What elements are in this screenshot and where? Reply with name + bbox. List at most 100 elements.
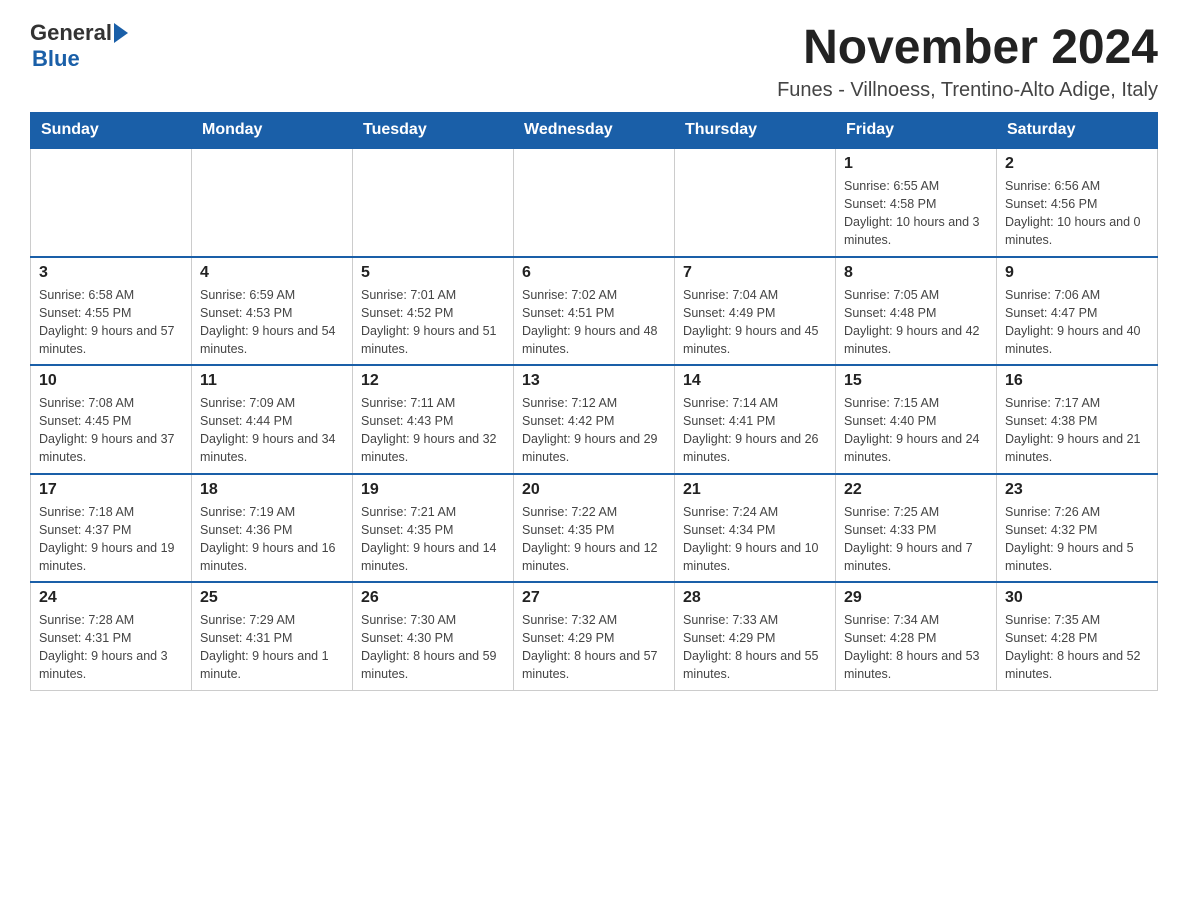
- day-info: Sunrise: 6:58 AM Sunset: 4:55 PM Dayligh…: [39, 286, 183, 359]
- day-info: Sunrise: 7:06 AM Sunset: 4:47 PM Dayligh…: [1005, 286, 1149, 359]
- day-number: 16: [1005, 372, 1149, 390]
- day-number: 26: [361, 589, 505, 607]
- logo-blue: Blue: [32, 46, 80, 72]
- day-number: 12: [361, 372, 505, 390]
- day-number: 7: [683, 264, 827, 282]
- calendar-cell: [514, 148, 675, 257]
- calendar-cell: 16 Sunrise: 7:17 AM Sunset: 4:38 PM Dayli…: [997, 365, 1158, 474]
- calendar-cell: 26 Sunrise: 7:30 AM Sunset: 4:30 PM Dayli…: [353, 582, 514, 690]
- day-number: 5: [361, 264, 505, 282]
- day-info: Sunrise: 6:59 AM Sunset: 4:53 PM Dayligh…: [200, 286, 344, 359]
- calendar-cell: 20Sunrise: 7:22 AM Sunset: 4:35 PM Dayli…: [514, 474, 675, 583]
- day-info: Sunrise: 7:33 AM Sunset: 4:29 PM Dayligh…: [683, 611, 827, 684]
- week-row-1: 1 Sunrise: 6:55 AM Sunset: 4:58 PM Daylig…: [31, 148, 1158, 257]
- day-number: 9: [1005, 264, 1149, 282]
- calendar-cell: 6 Sunrise: 7:02 AM Sunset: 4:51 PM Daylig…: [514, 257, 675, 366]
- day-header-tuesday: Tuesday: [353, 113, 514, 149]
- day-info: Sunrise: 7:34 AM Sunset: 4:28 PM Dayligh…: [844, 611, 988, 684]
- day-number: 19: [361, 481, 505, 499]
- logo: General Blue: [30, 20, 128, 72]
- calendar-cell: 29 Sunrise: 7:34 AM Sunset: 4:28 PM Dayli…: [836, 582, 997, 690]
- day-number: 11: [200, 372, 344, 390]
- day-number: 6: [522, 264, 666, 282]
- day-number: 30: [1005, 589, 1149, 607]
- title-area: November 2024 Funes - Villnoess, Trentin…: [777, 20, 1158, 102]
- day-number: 1: [844, 155, 988, 173]
- day-info: Sunrise: 7:17 AM Sunset: 4:38 PM Dayligh…: [1005, 394, 1149, 467]
- calendar-cell: 1 Sunrise: 6:55 AM Sunset: 4:58 PM Daylig…: [836, 148, 997, 257]
- day-info: Sunrise: 7:15 AM Sunset: 4:40 PM Dayligh…: [844, 394, 988, 467]
- calendar-cell: 23 Sunrise: 7:26 AM Sunset: 4:32 PM Dayli…: [997, 474, 1158, 583]
- day-info: Sunrise: 7:18 AM Sunset: 4:37 PM Dayligh…: [39, 503, 183, 576]
- calendar-cell: 7 Sunrise: 7:04 AM Sunset: 4:49 PM Daylig…: [675, 257, 836, 366]
- calendar-cell: 11 Sunrise: 7:09 AM Sunset: 4:44 PM Dayli…: [192, 365, 353, 474]
- day-number: 25: [200, 589, 344, 607]
- calendar-cell: [31, 148, 192, 257]
- calendar-cell: 3 Sunrise: 6:58 AM Sunset: 4:55 PM Daylig…: [31, 257, 192, 366]
- page-title: November 2024: [777, 20, 1158, 75]
- day-info: Sunrise: 7:24 AM Sunset: 4:34 PM Dayligh…: [683, 503, 827, 576]
- calendar-cell: 15 Sunrise: 7:15 AM Sunset: 4:40 PM Dayli…: [836, 365, 997, 474]
- page-subtitle: Funes - Villnoess, Trentino-Alto Adige, …: [777, 79, 1158, 102]
- calendar-cell: 12 Sunrise: 7:11 AM Sunset: 4:43 PM Dayli…: [353, 365, 514, 474]
- day-number: 17: [39, 481, 183, 499]
- day-header-saturday: Saturday: [997, 113, 1158, 149]
- calendar-cell: 19Sunrise: 7:21 AM Sunset: 4:35 PM Dayli…: [353, 474, 514, 583]
- calendar-cell: 2 Sunrise: 6:56 AM Sunset: 4:56 PM Daylig…: [997, 148, 1158, 257]
- calendar-cell: 18 Sunrise: 7:19 AM Sunset: 4:36 PM Dayli…: [192, 474, 353, 583]
- day-info: Sunrise: 6:56 AM Sunset: 4:56 PM Dayligh…: [1005, 177, 1149, 250]
- calendar-header-row: SundayMondayTuesdayWednesdayThursdayFrid…: [31, 113, 1158, 149]
- day-info: Sunrise: 6:55 AM Sunset: 4:58 PM Dayligh…: [844, 177, 988, 250]
- calendar-cell: 30Sunrise: 7:35 AM Sunset: 4:28 PM Dayli…: [997, 582, 1158, 690]
- day-number: 29: [844, 589, 988, 607]
- day-info: Sunrise: 7:04 AM Sunset: 4:49 PM Dayligh…: [683, 286, 827, 359]
- day-number: 20: [522, 481, 666, 499]
- day-number: 23: [1005, 481, 1149, 499]
- day-info: Sunrise: 7:08 AM Sunset: 4:45 PM Dayligh…: [39, 394, 183, 467]
- day-number: 3: [39, 264, 183, 282]
- calendar-cell: 10 Sunrise: 7:08 AM Sunset: 4:45 PM Dayli…: [31, 365, 192, 474]
- day-number: 15: [844, 372, 988, 390]
- day-info: Sunrise: 7:29 AM Sunset: 4:31 PM Dayligh…: [200, 611, 344, 684]
- day-header-sunday: Sunday: [31, 113, 192, 149]
- calendar-cell: [675, 148, 836, 257]
- day-number: 13: [522, 372, 666, 390]
- week-row-5: 24 Sunrise: 7:28 AM Sunset: 4:31 PM Dayli…: [31, 582, 1158, 690]
- day-info: Sunrise: 7:14 AM Sunset: 4:41 PM Dayligh…: [683, 394, 827, 467]
- day-info: Sunrise: 7:05 AM Sunset: 4:48 PM Dayligh…: [844, 286, 988, 359]
- day-info: Sunrise: 7:09 AM Sunset: 4:44 PM Dayligh…: [200, 394, 344, 467]
- calendar-cell: 17 Sunrise: 7:18 AM Sunset: 4:37 PM Dayli…: [31, 474, 192, 583]
- day-number: 10: [39, 372, 183, 390]
- calendar-cell: 22 Sunrise: 7:25 AM Sunset: 4:33 PM Dayli…: [836, 474, 997, 583]
- day-number: 18: [200, 481, 344, 499]
- calendar-cell: 9 Sunrise: 7:06 AM Sunset: 4:47 PM Daylig…: [997, 257, 1158, 366]
- calendar-cell: 8Sunrise: 7:05 AM Sunset: 4:48 PM Daylig…: [836, 257, 997, 366]
- logo-general: General: [30, 20, 112, 46]
- calendar-cell: 5 Sunrise: 7:01 AM Sunset: 4:52 PM Daylig…: [353, 257, 514, 366]
- calendar-cell: [353, 148, 514, 257]
- calendar-cell: 25 Sunrise: 7:29 AM Sunset: 4:31 PM Dayli…: [192, 582, 353, 690]
- day-number: 22: [844, 481, 988, 499]
- day-header-monday: Monday: [192, 113, 353, 149]
- day-info: Sunrise: 7:30 AM Sunset: 4:30 PM Dayligh…: [361, 611, 505, 684]
- day-header-thursday: Thursday: [675, 113, 836, 149]
- day-number: 2: [1005, 155, 1149, 173]
- day-info: Sunrise: 7:28 AM Sunset: 4:31 PM Dayligh…: [39, 611, 183, 684]
- day-info: Sunrise: 7:26 AM Sunset: 4:32 PM Dayligh…: [1005, 503, 1149, 576]
- day-number: 27: [522, 589, 666, 607]
- day-info: Sunrise: 7:19 AM Sunset: 4:36 PM Dayligh…: [200, 503, 344, 576]
- calendar-cell: 13Sunrise: 7:12 AM Sunset: 4:42 PM Dayli…: [514, 365, 675, 474]
- calendar-cell: 14Sunrise: 7:14 AM Sunset: 4:41 PM Dayli…: [675, 365, 836, 474]
- day-info: Sunrise: 7:01 AM Sunset: 4:52 PM Dayligh…: [361, 286, 505, 359]
- logo-arrow-icon: [114, 23, 128, 43]
- calendar-cell: [192, 148, 353, 257]
- day-info: Sunrise: 7:11 AM Sunset: 4:43 PM Dayligh…: [361, 394, 505, 467]
- day-number: 24: [39, 589, 183, 607]
- day-info: Sunrise: 7:02 AM Sunset: 4:51 PM Dayligh…: [522, 286, 666, 359]
- day-info: Sunrise: 7:25 AM Sunset: 4:33 PM Dayligh…: [844, 503, 988, 576]
- day-header-wednesday: Wednesday: [514, 113, 675, 149]
- calendar-cell: 28Sunrise: 7:33 AM Sunset: 4:29 PM Dayli…: [675, 582, 836, 690]
- day-number: 4: [200, 264, 344, 282]
- day-header-friday: Friday: [836, 113, 997, 149]
- day-number: 21: [683, 481, 827, 499]
